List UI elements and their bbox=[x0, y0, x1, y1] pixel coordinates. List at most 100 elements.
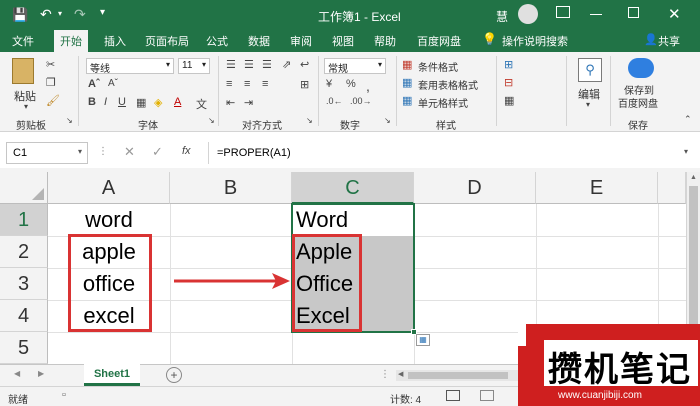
paste-dropdown-icon[interactable]: ▾ bbox=[24, 102, 28, 111]
tab-insert[interactable]: 插入 bbox=[104, 33, 126, 49]
tab-baidu-netdisk[interactable]: 百度网盘 bbox=[417, 33, 461, 49]
ribbon-display-icon[interactable] bbox=[556, 6, 570, 18]
font-size-box[interactable]: 11 ▾ bbox=[178, 58, 210, 74]
column-header-a[interactable]: A bbox=[48, 172, 170, 204]
row-header-5[interactable]: 5 bbox=[0, 332, 48, 364]
increase-font-icon[interactable]: Aˆ bbox=[88, 78, 100, 90]
cell-a1[interactable]: word bbox=[48, 205, 170, 235]
tab-formulas[interactable]: 公式 bbox=[206, 33, 228, 49]
row-header-3[interactable]: 3 bbox=[0, 268, 48, 300]
horizontal-scrollbar-thumb[interactable] bbox=[408, 372, 508, 379]
top-align-icon[interactable]: ☰ bbox=[226, 58, 236, 71]
save-to-baidu-line2[interactable]: 百度网盘 bbox=[618, 95, 658, 110]
decrease-indent-icon[interactable]: ⇤ bbox=[226, 96, 235, 109]
name-box[interactable]: C1 bbox=[6, 142, 88, 164]
column-header-e[interactable]: E bbox=[536, 172, 658, 204]
tab-review[interactable]: 审阅 bbox=[290, 33, 312, 49]
align-left-icon[interactable]: ≡ bbox=[226, 78, 232, 90]
redo-icon[interactable]: ↷ bbox=[74, 6, 86, 23]
add-sheet-icon[interactable]: + bbox=[166, 367, 182, 383]
percent-icon[interactable]: % bbox=[346, 78, 356, 90]
column-header-c[interactable]: C bbox=[292, 172, 414, 204]
underline-icon[interactable]: U bbox=[118, 96, 126, 108]
cut-icon[interactable]: ✂ bbox=[46, 58, 55, 71]
fill-color-icon[interactable]: ◈ bbox=[154, 96, 162, 109]
font-name-box[interactable]: 等线 ▾ bbox=[86, 58, 174, 75]
maximize-icon[interactable] bbox=[628, 7, 639, 18]
enter-icon[interactable]: ✓ bbox=[152, 144, 163, 160]
share-button[interactable]: 共享 bbox=[658, 33, 680, 49]
save-icon[interactable]: 💾 bbox=[12, 7, 28, 23]
tab-home[interactable]: 开始 bbox=[54, 30, 88, 52]
comma-style-icon[interactable]: , bbox=[366, 78, 370, 94]
clipboard-launcher-icon[interactable]: ↘ bbox=[66, 116, 73, 125]
merge-center-icon[interactable]: ⊞ bbox=[300, 78, 309, 91]
cell-c1[interactable]: Word bbox=[296, 205, 348, 235]
column-header-d[interactable]: D bbox=[414, 172, 536, 204]
number-launcher-icon[interactable]: ↘ bbox=[384, 116, 391, 125]
font-color-icon[interactable]: A bbox=[174, 96, 181, 108]
tab-data[interactable]: 数据 bbox=[248, 33, 270, 49]
avatar[interactable] bbox=[518, 4, 538, 24]
formula-input[interactable]: =PROPER(A1) bbox=[208, 142, 696, 164]
expand-formula-icon[interactable]: ▾ bbox=[684, 147, 688, 156]
tab-page-layout[interactable]: 页面布局 bbox=[145, 33, 189, 49]
row-header-2[interactable]: 2 bbox=[0, 236, 48, 268]
middle-align-icon[interactable]: ☰ bbox=[244, 58, 254, 71]
font-launcher-icon[interactable]: ↘ bbox=[208, 116, 215, 125]
select-all-button[interactable] bbox=[0, 172, 48, 204]
quick-analysis-icon[interactable]: ▦ bbox=[416, 334, 430, 346]
prev-sheet-icon[interactable]: ◀ bbox=[14, 369, 20, 378]
column-header-b[interactable]: B bbox=[170, 172, 292, 204]
tell-me-search[interactable]: 操作说明搜索 bbox=[502, 33, 568, 49]
accessibility-icon[interactable]: ▫ bbox=[62, 389, 66, 401]
paste-icon[interactable] bbox=[12, 58, 34, 84]
row-header-4[interactable]: 4 bbox=[0, 300, 48, 332]
scroll-left-icon[interactable]: ◀ bbox=[398, 370, 403, 378]
increase-indent-icon[interactable]: ⇥ bbox=[244, 96, 253, 109]
cell-styles-button[interactable]: 单元格样式 bbox=[418, 95, 468, 110]
bottom-align-icon[interactable]: ☰ bbox=[262, 58, 272, 71]
customize-toolbar-icon[interactable]: ▾ bbox=[100, 7, 105, 18]
italic-icon[interactable]: I bbox=[104, 96, 107, 108]
minimize-icon[interactable] bbox=[590, 14, 602, 15]
tab-help[interactable]: 帮助 bbox=[374, 33, 396, 49]
name-box-dropdown-icon[interactable]: ▾ bbox=[78, 147, 82, 156]
wrap-text-icon[interactable]: ↩ bbox=[300, 58, 309, 71]
bold-icon[interactable]: B bbox=[88, 96, 96, 108]
undo-icon[interactable]: ↶ bbox=[40, 6, 52, 23]
increase-decimal-icon[interactable]: .0← bbox=[326, 96, 343, 106]
close-icon[interactable]: ✕ bbox=[668, 5, 681, 23]
alignment-launcher-icon[interactable]: ↘ bbox=[306, 116, 313, 125]
format-as-table-button[interactable]: 套用表格格式 bbox=[418, 77, 478, 92]
scrollbar-thumb[interactable] bbox=[689, 186, 698, 336]
align-right-icon[interactable]: ≡ bbox=[262, 78, 268, 90]
sheet-tab-sheet1[interactable]: Sheet1 bbox=[84, 364, 140, 386]
decrease-decimal-icon[interactable]: .00→ bbox=[350, 96, 372, 106]
currency-icon[interactable]: ¥ bbox=[326, 78, 332, 90]
decrease-font-icon[interactable]: Aˇ bbox=[108, 78, 118, 89]
collapse-ribbon-icon[interactable]: ⌃ bbox=[684, 114, 692, 125]
next-sheet-icon[interactable]: ▶ bbox=[38, 369, 44, 378]
undo-dropdown-icon[interactable]: ▾ bbox=[58, 9, 62, 18]
column-header-f[interactable] bbox=[658, 172, 686, 204]
editing-dropdown-icon[interactable]: ▾ bbox=[586, 100, 590, 109]
borders-icon[interactable]: ▦ bbox=[136, 96, 146, 109]
search-icon[interactable]: ⚲ bbox=[578, 58, 602, 82]
normal-view-icon[interactable] bbox=[446, 390, 460, 401]
copy-icon[interactable]: ❐ bbox=[46, 76, 56, 89]
tab-view[interactable]: 视图 bbox=[332, 33, 354, 49]
conditional-format-button[interactable]: 条件格式 bbox=[418, 59, 458, 74]
insert-function-button[interactable]: fx bbox=[182, 145, 191, 157]
baidu-netdisk-icon[interactable] bbox=[628, 58, 654, 78]
phonetic-icon[interactable]: 文 bbox=[196, 96, 207, 112]
row-header-1[interactable]: 1 bbox=[0, 204, 48, 236]
tab-file[interactable]: 文件 bbox=[12, 33, 34, 49]
page-layout-view-icon[interactable] bbox=[480, 390, 494, 401]
align-center-icon[interactable]: ≡ bbox=[244, 78, 250, 90]
orientation-icon[interactable]: ⇗ bbox=[282, 58, 291, 71]
number-format-box[interactable]: 常规 ▾ bbox=[324, 58, 386, 75]
scroll-up-icon[interactable]: ▲ bbox=[690, 174, 697, 181]
format-painter-icon[interactable]: 🖌 bbox=[46, 94, 60, 107]
cancel-icon[interactable]: ✕ bbox=[124, 144, 135, 160]
